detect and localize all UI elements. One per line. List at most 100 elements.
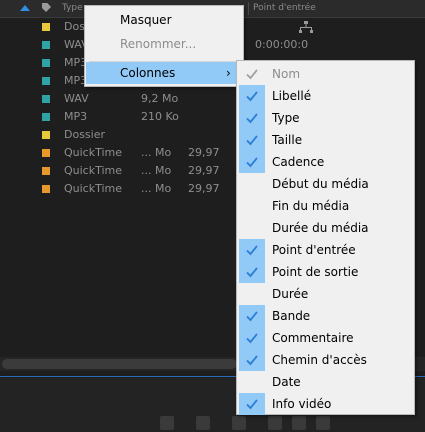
checkmark-icon [246, 245, 258, 256]
checkmark-icon [246, 333, 258, 344]
label-color-swatch[interactable] [42, 77, 50, 85]
item-type: QuickTime [64, 146, 123, 159]
checkmark-icon [246, 267, 258, 278]
item-framerate: 29,97 [188, 182, 220, 195]
submenu-arrow-icon: › [226, 66, 231, 80]
item-type: QuickTime [64, 164, 123, 177]
context-menu: Masquer Renommer... Colonnes › [84, 5, 244, 87]
menu-item-hide[interactable]: Masquer [86, 9, 242, 31]
item-size: ... Mo [141, 146, 172, 159]
checkmark-icon [246, 311, 258, 322]
column-header-type[interactable]: Type [62, 3, 83, 13]
label-color-swatch[interactable] [42, 95, 50, 103]
checkbox-indicator [239, 85, 265, 107]
checkmark-icon [246, 355, 258, 366]
item-size: 9,2 Mo [141, 92, 179, 105]
checkbox-indicator [239, 327, 265, 349]
checkmark-icon [246, 91, 258, 102]
label-color-swatch[interactable] [42, 113, 50, 121]
checkmark-icon [246, 399, 258, 410]
checkbox-indicator [239, 393, 265, 415]
label-color-swatch[interactable] [42, 149, 50, 157]
item-type: Dossier [64, 128, 106, 141]
checkmark-icon [246, 113, 258, 124]
submenu-item-label: Date [272, 375, 301, 389]
menu-item-rename: Renommer... [86, 33, 242, 55]
checkbox-indicator [239, 371, 265, 393]
submenu-item-label: Type [272, 111, 300, 125]
submenu-item-label: Durée [272, 287, 309, 301]
submenu-item-label: Fin du média [272, 199, 350, 213]
column-header-in-point[interactable]: Point d'entrée [253, 3, 316, 13]
checkbox-indicator [239, 261, 265, 283]
clear-icon[interactable] [316, 416, 330, 430]
item-type: WAV [64, 92, 89, 105]
submenu-item-column[interactable]: Durée [238, 283, 413, 305]
find-icon[interactable] [232, 416, 246, 430]
submenu-item-column[interactable]: Libellé [238, 85, 413, 107]
checkbox-indicator [239, 195, 265, 217]
checkbox-indicator [239, 239, 265, 261]
item-framerate: 29,97 [188, 164, 220, 177]
submenu-item-column[interactable]: Date [238, 371, 413, 393]
submenu-item-label: Début du média [272, 177, 369, 191]
submenu-item-column[interactable]: Chemin d'accès [238, 349, 413, 371]
submenu-item-column[interactable]: Point de sortie [238, 261, 413, 283]
column-divider[interactable] [248, 2, 249, 15]
checkbox-indicator [239, 63, 265, 85]
item-size: 210 Ko [141, 110, 179, 123]
menu-item-label: Renommer... [120, 37, 197, 51]
item-type: MP3 [64, 110, 88, 123]
label-color-swatch[interactable] [42, 131, 50, 139]
submenu-item-column[interactable]: Durée du média [238, 217, 413, 239]
label-tag-icon[interactable] [42, 3, 51, 12]
submenu-item-label: Taille [272, 133, 303, 147]
submenu-item-column[interactable]: Point d'entrée [238, 239, 413, 261]
item-size: ... Mo [141, 182, 172, 195]
submenu-item-label: Cadence [272, 155, 325, 169]
submenu-item-column[interactable]: Cadence [238, 151, 413, 173]
checkbox-indicator [239, 173, 265, 195]
menu-item-label: Colonnes [120, 66, 176, 80]
submenu-item-column[interactable]: Taille [238, 129, 413, 151]
submenu-item-column: Nom [238, 63, 413, 85]
scrollbar-thumb[interactable] [2, 359, 237, 369]
submenu-item-column[interactable]: Commentaire [238, 327, 413, 349]
submenu-item-label: Bande [272, 309, 311, 323]
submenu-item-column[interactable]: Type [238, 107, 413, 129]
submenu-item-label: Info vidéo [272, 397, 332, 411]
sort-icon[interactable] [160, 416, 174, 430]
menu-item-label: Masquer [120, 13, 172, 27]
checkbox-indicator [239, 217, 265, 239]
checkmark-icon [246, 135, 258, 146]
submenu-item-label: Libellé [272, 89, 312, 103]
new-bin-icon[interactable] [268, 416, 282, 430]
checkbox-indicator [239, 305, 265, 327]
automate-icon[interactable] [196, 416, 210, 430]
new-item-icon[interactable] [292, 416, 306, 430]
columns-submenu: Nom Libellé Type Taille Cadence Début du médi… [236, 60, 415, 415]
item-size: ... Mo [141, 164, 172, 177]
submenu-item-label: Commentaire [272, 331, 354, 345]
sort-ascending-icon[interactable] [20, 5, 30, 11]
label-color-swatch[interactable] [42, 41, 50, 49]
submenu-item-column[interactable]: Fin du média [238, 195, 413, 217]
submenu-item-label: Point de sortie [272, 265, 359, 279]
item-type: QuickTime [64, 182, 123, 195]
label-color-swatch[interactable] [42, 167, 50, 175]
checkmark-icon [246, 69, 258, 80]
submenu-item-column[interactable]: Info vidéo [238, 393, 413, 415]
submenu-item-label: Chemin d'accès [272, 353, 367, 367]
label-color-swatch[interactable] [42, 23, 50, 31]
label-color-swatch[interactable] [42, 185, 50, 193]
checkbox-indicator [239, 283, 265, 305]
checkbox-indicator [239, 151, 265, 173]
submenu-item-label: Durée du média [272, 221, 369, 235]
label-color-swatch[interactable] [42, 59, 50, 67]
submenu-item-label: Point d'entrée [272, 243, 356, 257]
submenu-item-label: Nom [272, 67, 301, 81]
submenu-item-column[interactable]: Début du média [238, 173, 413, 195]
checkmark-icon [246, 157, 258, 168]
submenu-item-column[interactable]: Bande [238, 305, 413, 327]
menu-item-columns[interactable]: Colonnes › [86, 62, 242, 84]
